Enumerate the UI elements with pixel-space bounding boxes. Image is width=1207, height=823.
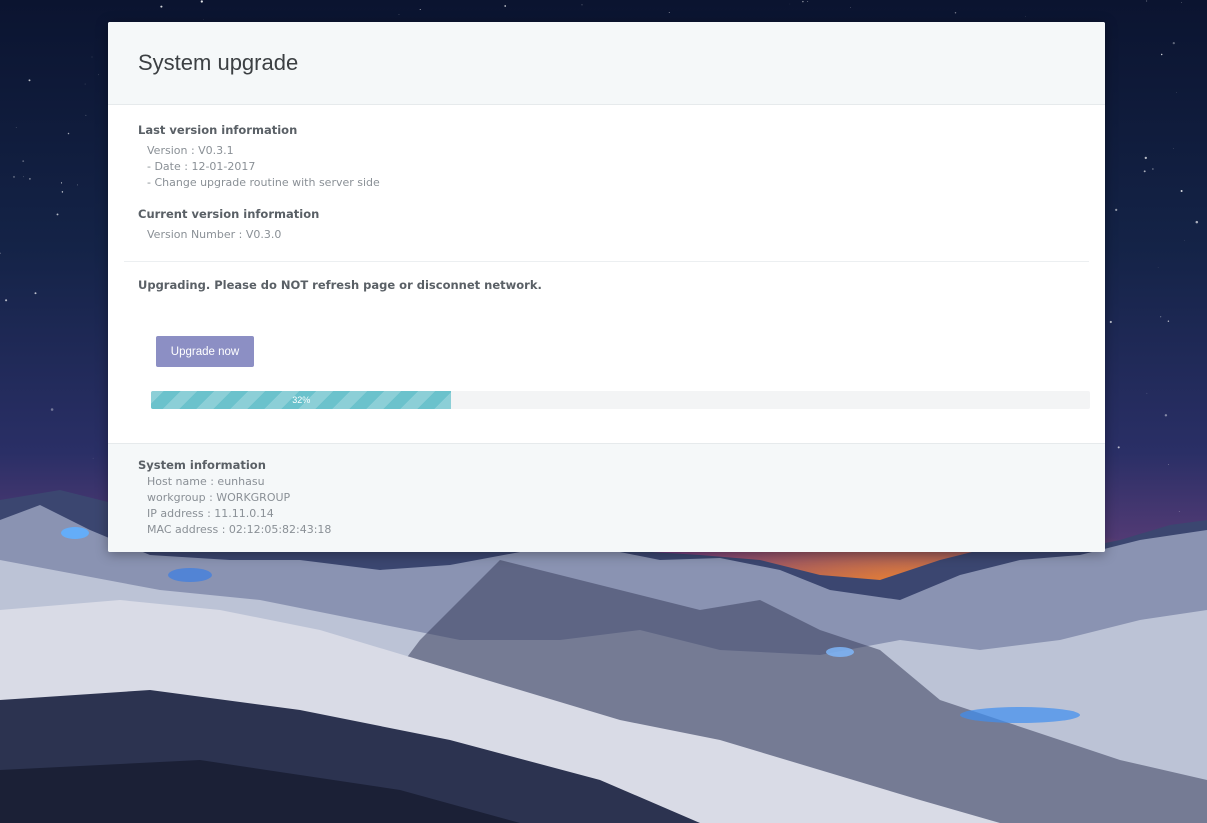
page-title: System upgrade [138, 50, 299, 75]
ip-address: IP address : 11.11.0.14 [147, 507, 274, 520]
last-version-line: Version : V0.3.1 [147, 144, 234, 157]
upgrade-progress-bar: 32% [151, 391, 1090, 409]
host-name: Host name : eunhasu [147, 475, 265, 488]
workgroup: workgroup : WORKGROUP [147, 491, 291, 504]
system-information-section: System information Host name : eunhasu w… [108, 443, 1105, 552]
system-upgrade-panel: System upgrade Last version information … [108, 22, 1105, 552]
last-version-change: - Change upgrade routine with server sid… [147, 176, 380, 189]
current-version-number: Version Number : V0.3.0 [147, 228, 282, 241]
progress-fill: 32% [151, 391, 452, 409]
current-version-section: Current version information Version Numb… [108, 191, 1105, 243]
upgrade-warning: Upgrading. Please do NOT refresh page or… [138, 278, 542, 292]
upgrade-now-button[interactable]: Upgrade now [156, 336, 254, 367]
system-info-heading: System information [138, 458, 266, 472]
panel-header: System upgrade [108, 22, 1105, 105]
progress-label: 32% [292, 395, 311, 405]
last-version-heading: Last version information [138, 123, 298, 137]
current-version-heading: Current version information [138, 207, 320, 221]
mac-address: MAC address : 02:12:05:82:43:18 [147, 523, 332, 536]
last-version-section: Last version information Version : V0.3.… [108, 105, 1105, 191]
last-version-date: - Date : 12-01-2017 [147, 160, 256, 173]
